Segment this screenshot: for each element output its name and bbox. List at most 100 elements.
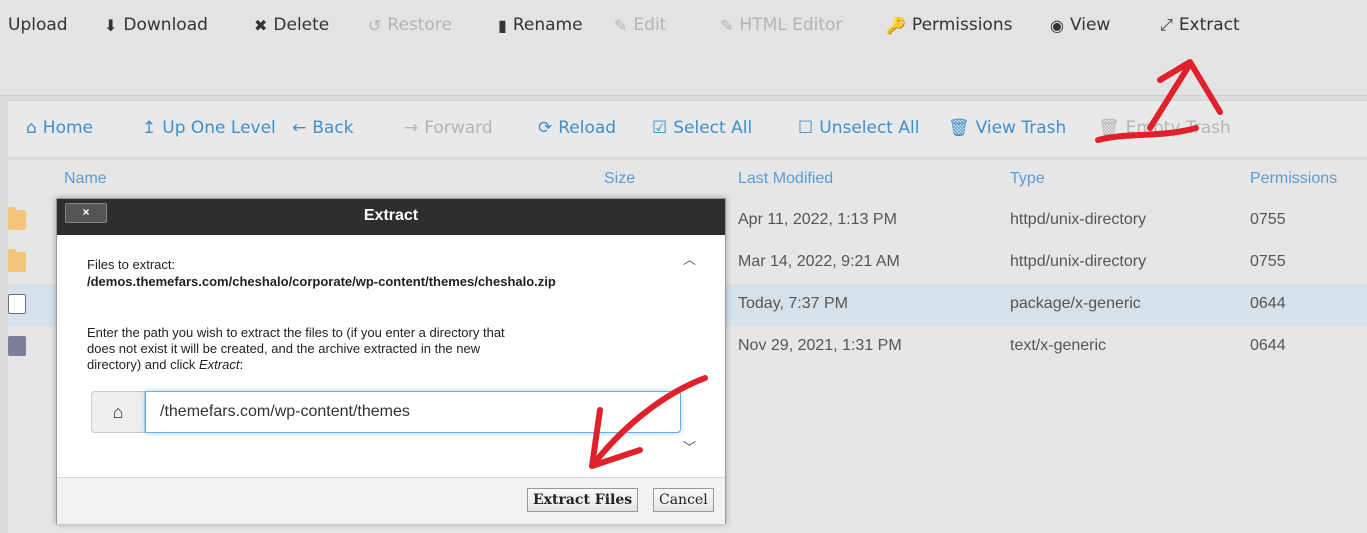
dialog-title: Extract xyxy=(363,207,419,224)
toolbar-label: Upload xyxy=(8,15,68,35)
toolbar-rename-button[interactable]: ▮ Rename xyxy=(498,10,583,40)
cell-perms: 0755 xyxy=(1250,253,1286,270)
toolbar-label: Rename xyxy=(512,15,583,35)
cell-perms: 0755 xyxy=(1250,211,1286,228)
nav-label: Up One Level xyxy=(162,118,276,138)
cancel-button[interactable]: Cancel xyxy=(653,488,714,512)
html-editor-icon: ✎ xyxy=(720,15,734,35)
dialog-scrollbar[interactable]: ︿ ﹀ xyxy=(679,235,701,477)
back-arrow-icon: ← xyxy=(292,118,307,138)
home-icon: ⌂ xyxy=(26,118,37,138)
scroll-down-icon[interactable]: ﹀ xyxy=(683,437,696,456)
toolbar-delete-button[interactable]: ✖ Delete xyxy=(254,10,329,40)
column-header-last-modified[interactable]: Last Modified xyxy=(738,170,833,188)
scroll-up-icon[interactable]: ︿ xyxy=(683,249,696,268)
checkbox-empty-icon: ☐ xyxy=(798,118,814,138)
cell-type: package/x-generic xyxy=(1010,295,1141,312)
cell-perms: 0644 xyxy=(1250,295,1286,312)
extract-files-button[interactable]: Extract Files xyxy=(527,488,639,512)
eye-icon: ◉ xyxy=(1050,15,1064,35)
toolbar-html-editor-button[interactable]: ✎ HTML Editor xyxy=(720,10,842,40)
instructions-extract-word: Extract xyxy=(198,357,240,372)
navigation-bar: ⌂ Home ↥ Up One Level ← Back → Forward ⟳ Reload ☑ S… xyxy=(8,100,1367,158)
reload-icon: ⟳ xyxy=(538,118,553,138)
dialog-header: × Extract xyxy=(57,199,725,235)
close-button[interactable]: × xyxy=(65,203,107,223)
folder-icon xyxy=(8,207,26,230)
dialog-footer: Extract Files Cancel xyxy=(57,477,725,524)
nav-label: Empty Trash xyxy=(1125,118,1231,138)
nav-back-button[interactable]: ← Back xyxy=(292,113,354,143)
home-icon: ⌂ xyxy=(91,391,145,433)
toolbar-label: Download xyxy=(123,15,208,35)
text-file-icon xyxy=(8,336,26,356)
cell-modified: Mar 14, 2022, 9:21 AM xyxy=(738,253,900,270)
zip-file-icon xyxy=(8,294,26,314)
nav-up-one-level-button[interactable]: ↥ Up One Level xyxy=(142,113,276,143)
cell-perms: 0644 xyxy=(1250,337,1286,354)
folder-icon xyxy=(8,249,26,272)
toolbar-label: Permissions xyxy=(911,15,1013,35)
nav-unselect-all-button[interactable]: ☐ Unselect All xyxy=(798,113,919,143)
delete-icon: ✖ xyxy=(254,15,268,35)
checkbox-checked-icon: ☑ xyxy=(652,118,668,138)
dialog-body: Files to extract: /demos.themefars.com/c… xyxy=(57,235,725,477)
cell-modified: Nov 29, 2021, 1:31 PM xyxy=(738,337,902,354)
nav-label: Select All xyxy=(673,118,753,138)
nav-forward-button[interactable]: → Forward xyxy=(404,113,493,143)
nav-empty-trash-button[interactable]: 🗑 Empty Trash xyxy=(1098,113,1231,143)
toolbar-label: Delete xyxy=(273,15,330,35)
nav-label: Back xyxy=(312,118,354,138)
nav-reload-button[interactable]: ⟳ Reload xyxy=(538,113,616,143)
empty-trash-icon: 🗑 xyxy=(1098,118,1120,138)
toolbar-extract-button[interactable]: ⤢ Extract xyxy=(1160,10,1240,40)
extract-icon: ⤢ xyxy=(1160,15,1173,34)
instructions-text: directory) and click xyxy=(87,357,199,372)
edit-icon: ✎ xyxy=(614,15,628,35)
instructions-line-1: Enter the path you wish to extract the f… xyxy=(87,325,505,340)
cell-type: httpd/unix-directory xyxy=(1010,211,1147,228)
key-icon: 🔑 xyxy=(886,15,906,35)
toolbar: Upload ⬇ Download ✖ Delete ↺ Restore ▮ Rename ✎ Ed… xyxy=(0,0,1367,96)
toolbar-view-button[interactable]: ◉ View xyxy=(1050,10,1110,40)
instructions-line-2: does not exist it will be created, and t… xyxy=(87,341,481,356)
toolbar-label: Extract xyxy=(1178,15,1240,35)
toolbar-label: Restore xyxy=(387,15,452,35)
instructions-colon: : xyxy=(239,357,244,372)
nav-select-all-button[interactable]: ☑ Select All xyxy=(652,113,752,143)
trash-icon: 🗑 xyxy=(948,118,970,138)
nav-label: Forward xyxy=(424,118,493,138)
restore-icon: ↺ xyxy=(368,15,382,35)
column-header-size[interactable]: Size xyxy=(604,170,635,188)
column-header-type[interactable]: Type xyxy=(1010,170,1045,188)
nav-label: View Trash xyxy=(975,118,1067,138)
toolbar-label: Edit xyxy=(633,15,667,35)
toolbar-label: HTML Editor xyxy=(739,15,843,35)
toolbar-upload-button[interactable]: Upload xyxy=(8,10,68,40)
cell-modified: Today, 7:37 PM xyxy=(738,295,848,312)
rename-icon: ▮ xyxy=(498,15,507,35)
download-icon: ⬇ xyxy=(104,15,118,35)
toolbar-restore-button[interactable]: ↺ Restore xyxy=(368,10,452,40)
forward-arrow-icon: → xyxy=(404,118,419,138)
column-header-permissions[interactable]: Permissions xyxy=(1250,170,1337,188)
files-to-extract-label: Files to extract: xyxy=(87,257,176,272)
nav-label: Unselect All xyxy=(819,118,920,138)
toolbar-edit-button[interactable]: ✎ Edit xyxy=(614,10,666,40)
files-path: /demos.themefars.com/cheshalo/corporate/… xyxy=(87,274,556,289)
extract-dialog: × Extract Files to extract: /demos.theme… xyxy=(56,198,726,524)
toolbar-permissions-button[interactable]: 🔑 Permissions xyxy=(886,10,1012,40)
nav-view-trash-button[interactable]: 🗑 View Trash xyxy=(948,113,1066,143)
cell-type: httpd/unix-directory xyxy=(1010,253,1147,270)
toolbar-label: View xyxy=(1069,15,1111,35)
extract-path-group: ⌂ xyxy=(91,391,681,435)
nav-home-button[interactable]: ⌂ Home xyxy=(26,113,93,143)
nav-label: Reload xyxy=(558,118,617,138)
instructions-line-3: directory) and click Extract: xyxy=(87,357,243,372)
cell-type: text/x-generic xyxy=(1010,337,1107,354)
column-header-name[interactable]: Name xyxy=(64,170,107,188)
cell-modified: Apr 11, 2022, 1:13 PM xyxy=(738,211,897,228)
nav-label: Home xyxy=(42,118,93,138)
toolbar-download-button[interactable]: ⬇ Download xyxy=(104,10,208,40)
extract-path-input[interactable] xyxy=(145,391,681,433)
